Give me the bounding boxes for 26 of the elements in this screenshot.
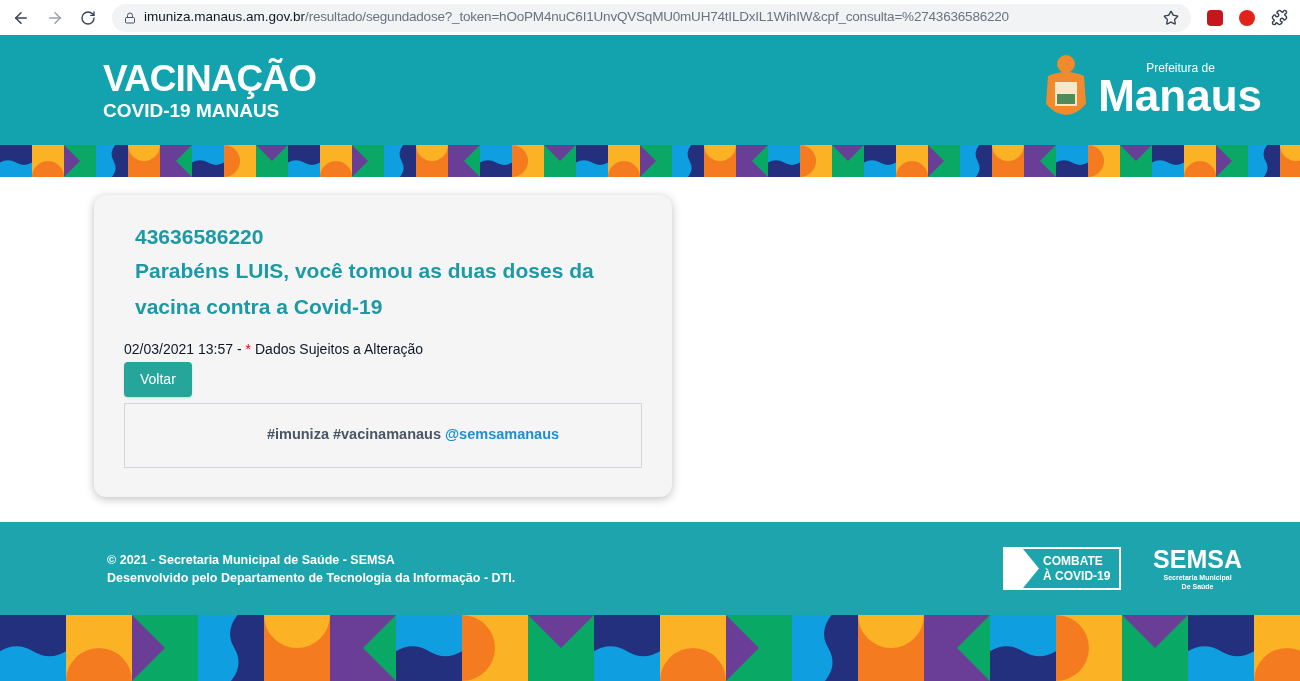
logo-caption: Prefeitura de [1146, 62, 1216, 74]
url-host: imuniza.manaus.am.gov.br [144, 8, 306, 27]
logo-text: À COVID-19 [1043, 568, 1111, 584]
lock-icon [124, 11, 136, 24]
url-path: /resultado/segundadose?_token=hOoPM4nuC6I1UnvQVSqMU0mUH74tILDxIL1WihIW&cpf_consulta=%2743636586220 [305, 8, 1009, 27]
cpf-number: 43636586220 [135, 224, 265, 250]
logo-text: COMBATE [1043, 553, 1104, 568]
footer-text: © 2021 - Secretaria Municipal de Saúde - SEMSA [107, 551, 396, 569]
back-button[interactable]: Voltar [124, 361, 192, 397]
disclaimer-note: Dados Sujeitos a Alteração [255, 339, 424, 359]
logo-wordmark: Manaus [1098, 74, 1262, 118]
required-asterisk: * [245, 339, 251, 359]
semsa-logo: SEMSA [1153, 547, 1242, 572]
hashtags: #imuniza #vacinamanaus [266, 425, 441, 445]
extension-icon[interactable] [1239, 9, 1255, 26]
extensions-icon[interactable] [1271, 9, 1288, 26]
site-title: VACINAÇÃO [103, 60, 316, 97]
bookmark-star-icon[interactable] [1163, 9, 1179, 26]
reload-icon[interactable] [80, 9, 96, 26]
social-handle[interactable]: @semsamanaus [445, 424, 560, 446]
result-message: Parabéns LUIS, você tomou as duas doses da vacina contra a Covid-19 [135, 257, 595, 320]
footer-text: Desenvolvido pelo Departamento de Tecnologia da Informação - DTI. [107, 569, 516, 587]
timestamp: 02/03/2021 13:57 - [124, 339, 242, 359]
address-bar[interactable]: imuniza.manaus.am.gov.br/resultado/segundadose?_token=hOoPM4nuC6I1UnvQVSqMU0mUH74tILDxIL1WihIW&cpf_consulta=%2743636586220 [112, 3, 1191, 32]
extension-icon[interactable] [1207, 9, 1223, 26]
site-subtitle: COVID-19 MANAUS [103, 101, 281, 120]
